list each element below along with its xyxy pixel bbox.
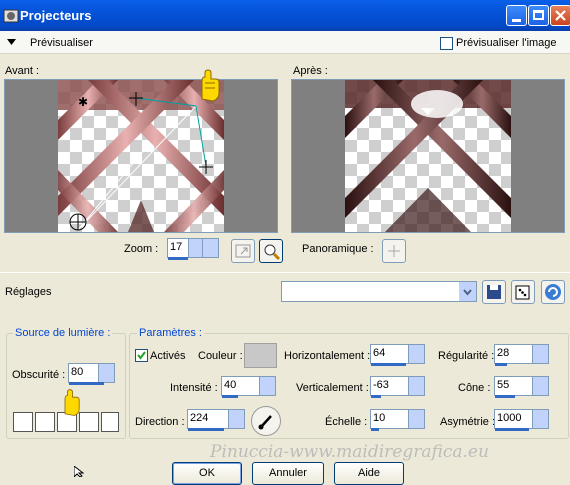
- direction-label: Direction :: [135, 416, 185, 428]
- reset-button[interactable]: [541, 280, 565, 304]
- check-icon: [137, 351, 146, 360]
- intensity-spinner[interactable]: 40: [221, 376, 276, 398]
- zoom-value: 17: [170, 241, 183, 253]
- cancel-button[interactable]: Annuler: [252, 462, 324, 485]
- spin-arrows-icon[interactable]: [532, 345, 548, 363]
- magnifier-icon: [264, 244, 281, 261]
- close-button[interactable]: [550, 5, 570, 26]
- vertical-value: -63: [373, 379, 389, 391]
- asymmetry-spinner[interactable]: 1000: [494, 409, 549, 431]
- darkness-spinner[interactable]: 80: [68, 363, 115, 385]
- scale-label: Échelle :: [325, 416, 368, 428]
- light-1-button[interactable]: [13, 412, 33, 432]
- color-swatch[interactable]: [244, 343, 277, 368]
- close-icon: [555, 10, 566, 21]
- spin-arrows-icon[interactable]: [408, 377, 424, 395]
- scale-value: 10: [373, 412, 386, 424]
- zoom-actual-button[interactable]: [259, 239, 283, 263]
- active-label: Activés: [150, 350, 186, 362]
- maximize-button[interactable]: [528, 5, 549, 26]
- before-label: Avant :: [5, 65, 40, 77]
- pointer-hand-icon: [201, 69, 220, 102]
- spin-arrows-icon[interactable]: [532, 377, 548, 395]
- save-icon: [487, 285, 501, 299]
- horizontal-label: Horizontalement :: [284, 350, 371, 362]
- reset-arrow-icon: [545, 284, 561, 300]
- direction-dial[interactable]: [251, 406, 281, 436]
- preset-select[interactable]: [281, 281, 477, 302]
- regularity-spinner[interactable]: 28: [494, 344, 549, 366]
- scale-spinner[interactable]: 10: [370, 409, 425, 431]
- spin-arrows-icon[interactable]: [188, 239, 202, 257]
- after-preview: [291, 79, 565, 233]
- spin-arrows-icon[interactable]: [408, 345, 424, 363]
- spin-arrows-icon[interactable]: [408, 410, 424, 428]
- spin-arrows-icon[interactable]: [259, 377, 275, 395]
- save-preset-button[interactable]: [482, 280, 506, 304]
- settings-label: Réglages: [5, 286, 52, 298]
- after-image: [345, 80, 511, 232]
- light-5-button[interactable]: [101, 412, 119, 432]
- regularity-label: Régularité :: [438, 350, 495, 362]
- cone-value: 55: [497, 379, 510, 391]
- vertical-label: Verticalement :: [296, 382, 369, 394]
- darkness-label: Obscurité :: [12, 369, 66, 381]
- parameters-legend: Paramètres :: [137, 327, 204, 339]
- ok-button[interactable]: OK: [172, 462, 242, 485]
- minimize-icon: [512, 19, 521, 22]
- preview-image-checkbox[interactable]: [440, 37, 453, 50]
- light-source-legend: Source de lumière :: [13, 327, 113, 339]
- maximize-icon: [533, 10, 544, 20]
- regularity-value: 28: [497, 347, 510, 359]
- zoom-fit-button[interactable]: [231, 239, 255, 263]
- chevron-down-icon[interactable]: [459, 282, 476, 301]
- spin-arrows-icon[interactable]: [532, 410, 548, 428]
- intensity-value: 40: [224, 379, 237, 391]
- random-button[interactable]: [511, 280, 535, 304]
- pointer-hand-icon: [64, 389, 80, 416]
- cone-spinner[interactable]: 55: [494, 376, 549, 398]
- window-title: Projecteurs: [20, 8, 92, 23]
- asymmetry-label: Asymétrie :: [440, 416, 496, 428]
- app-icon: [3, 9, 19, 23]
- spin-arrows-icon[interactable]: [98, 364, 114, 382]
- dial-arrow-icon: [258, 415, 272, 430]
- preview-image-label: Prévisualiser l'image: [456, 37, 557, 49]
- preview-toggle[interactable]: Prévisualiser: [30, 37, 93, 49]
- horizontal-spinner[interactable]: 64: [370, 344, 425, 366]
- vertical-spinner[interactable]: -63: [370, 376, 425, 398]
- horizontal-value: 64: [373, 347, 386, 359]
- chevron-down-icon[interactable]: [202, 239, 218, 257]
- zoom-label: Zoom :: [124, 243, 159, 255]
- help-title-button[interactable]: [506, 5, 527, 26]
- dice-icon: [515, 285, 530, 300]
- zoom-combo[interactable]: 17: [167, 238, 219, 260]
- direction-spinner[interactable]: 224: [187, 409, 245, 431]
- watermark: Pinuccia-www.maidiregrafica.eu: [210, 442, 489, 462]
- light-2-button[interactable]: [35, 412, 55, 432]
- darkness-value: 80: [71, 366, 84, 378]
- fit-window-icon: [235, 244, 251, 258]
- active-checkbox[interactable]: [135, 349, 148, 362]
- asymmetry-value: 1000: [497, 412, 522, 424]
- help-button[interactable]: Aide: [334, 462, 404, 485]
- svg-text:✱: ✱: [78, 95, 88, 109]
- after-label: Après :: [293, 65, 328, 77]
- mouse-cursor-icon: [74, 466, 84, 477]
- pan-button[interactable]: [382, 239, 406, 263]
- light-4-button[interactable]: [79, 412, 99, 432]
- color-label: Couleur :: [198, 350, 243, 362]
- direction-value: 224: [190, 412, 209, 424]
- spin-arrows-icon[interactable]: [228, 410, 244, 428]
- intensity-label: Intensité :: [170, 382, 218, 394]
- cone-label: Cône :: [458, 382, 491, 394]
- move-icon: [388, 245, 400, 257]
- triangle-down-icon[interactable]: [7, 39, 16, 45]
- before-preview[interactable]: ✱: [4, 79, 278, 233]
- pan-label: Panoramique :: [302, 243, 374, 255]
